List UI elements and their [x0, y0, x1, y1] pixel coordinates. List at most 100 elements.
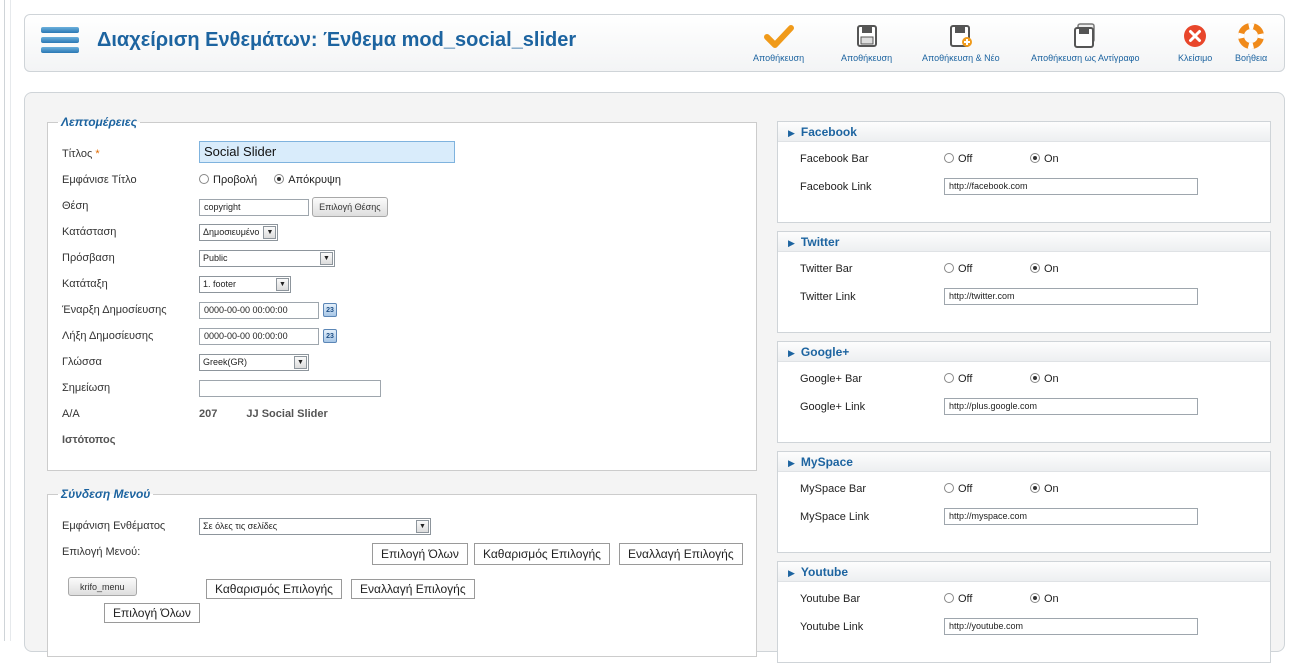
status-label: Κατάσταση — [62, 226, 117, 238]
menu-select-all-button[interactable]: Επιλογή Όλων — [104, 603, 200, 623]
twitter-link-input[interactable]: http://twitter.com — [944, 288, 1198, 305]
facebook-link-input[interactable]: http://facebook.com — [944, 178, 1198, 195]
twitter-bar-on-option[interactable]: On — [1030, 260, 1059, 278]
on-label: On — [1044, 263, 1059, 275]
toggle-selection-button[interactable]: Εναλλαγή Επιλογής — [619, 543, 743, 565]
myspace-panel-header[interactable]: ▶ MySpace — [778, 452, 1270, 472]
note-input[interactable] — [199, 379, 381, 397]
toolbar: Διαχείριση Ενθεμάτων: Ένθεμα mod_social_… — [24, 14, 1285, 72]
show-title-hide-option[interactable]: Απόκρυψη — [274, 174, 341, 186]
menu-clear-selection-button[interactable]: Καθαρισμός Επιλογής — [206, 579, 342, 599]
googleplus-link-label: Google+ Link — [800, 401, 866, 413]
radio-selected-icon — [1030, 593, 1040, 603]
facebook-bar-label: Facebook Bar — [800, 153, 869, 165]
position-label: Θέση — [62, 200, 89, 212]
facebook-bar-off-option[interactable]: Off — [944, 150, 972, 168]
details-legend: Λεπτομέρειες — [61, 115, 137, 129]
menu-assignment-legend: Σύνδεση Μενού — [61, 487, 151, 501]
select-position-button[interactable]: Επιλογή Θέσης — [312, 197, 388, 217]
language-select[interactable]: Greek(GR) ▼ — [199, 353, 309, 371]
radio-selected-icon — [1030, 373, 1040, 383]
myspace-panel-title: MySpace — [800, 455, 853, 469]
googleplus-bar-on-option[interactable]: On — [1030, 370, 1059, 388]
off-label: Off — [958, 373, 973, 385]
facebook-link-label: Facebook Link — [800, 181, 872, 193]
language-value: Greek(GR) — [203, 356, 248, 367]
facebook-bar-on-option[interactable]: On — [1030, 150, 1059, 168]
menu-assignment-fieldset: Σύνδεση Μενού Εμφάνιση Ενθέματος Σε όλες… — [47, 487, 757, 657]
off-label: Off — [958, 153, 973, 165]
youtube-panel: ▶ Youtube Youtube Bar Off On Youtube Link… — [777, 561, 1271, 663]
youtube-panel-header[interactable]: ▶ Youtube — [778, 562, 1270, 582]
myspace-panel: ▶ MySpace MySpace Bar Off On MySpace Link… — [777, 451, 1271, 553]
module-manager-icon — [41, 27, 79, 57]
twitter-link-label: Twitter Link — [800, 291, 856, 303]
youtube-panel-title: Youtube — [800, 565, 849, 579]
page-left-border-inner — [10, 0, 11, 641]
on-label: On — [1044, 593, 1059, 605]
dropdown-arrow-icon: ▼ — [276, 277, 289, 291]
expand-arrow-icon: ▶ — [788, 128, 795, 138]
title-input[interactable]: Social Slider — [199, 141, 455, 163]
save-new-label: Αποθήκευση & Νέο — [922, 53, 1000, 63]
checkmark-icon — [763, 25, 794, 48]
position-input[interactable]: copyright — [199, 198, 309, 216]
calendar-icon[interactable]: 23 — [323, 329, 337, 344]
save-new-icon — [949, 25, 972, 47]
module-id: 207 — [199, 408, 218, 420]
googleplus-link-input[interactable]: http://plus.google.com — [944, 398, 1198, 415]
save-button[interactable]: Αποθήκευση — [753, 23, 804, 63]
page-left-border — [4, 0, 5, 641]
radio-icon — [944, 593, 954, 603]
status-select[interactable]: Δημοσιευμένο ▼ — [199, 223, 279, 241]
module-display-select[interactable]: Σε όλες τις σελίδες ▼ — [199, 517, 431, 535]
access-select[interactable]: Public ▼ — [199, 249, 335, 267]
radio-icon — [944, 263, 954, 273]
menu-toggle-selection-button[interactable]: Εναλλαγή Επιλογής — [351, 579, 475, 599]
publish-start-input[interactable]: 0000-00-00 00:00:00 — [199, 301, 319, 319]
youtube-bar-off-option[interactable]: Off — [944, 590, 972, 608]
close-button[interactable]: Κλείσιμο — [1178, 23, 1212, 63]
save-copy-label: Αποθήκευση ως Αντίγραφο — [1031, 53, 1140, 63]
publish-start-label: Έναρξη Δημοσίευσης — [62, 304, 167, 316]
googleplus-bar-label: Google+ Bar — [800, 373, 863, 385]
apply-button[interactable]: Αποθήκευση — [841, 23, 892, 63]
on-label: On — [1044, 483, 1059, 495]
myspace-bar-on-option[interactable]: On — [1030, 480, 1059, 498]
twitter-bar-label: Twitter Bar — [800, 263, 853, 275]
youtube-bar-on-option[interactable]: On — [1030, 590, 1059, 608]
save-copy-button[interactable]: Αποθήκευση ως Αντίγραφο — [1031, 23, 1140, 63]
googleplus-bar-off-option[interactable]: Off — [944, 370, 972, 388]
youtube-link-label: Youtube Link — [800, 621, 864, 633]
publish-end-input[interactable]: 0000-00-00 00:00:00 — [199, 327, 319, 345]
youtube-bar-label: Youtube Bar — [800, 593, 861, 605]
off-label: Off — [958, 263, 973, 275]
status-value: Δημοσιευμένο — [203, 226, 260, 237]
dropdown-arrow-icon: ▼ — [320, 251, 333, 265]
save-new-button[interactable]: Αποθήκευση & Νέο — [922, 23, 1000, 63]
select-all-button[interactable]: Επιλογή Όλων — [372, 543, 468, 565]
twitter-panel-title: Twitter — [800, 235, 840, 249]
module-edit-form: Λεπτομέρειες Τίτλος * Social Slider Εμφά… — [24, 92, 1285, 663]
googleplus-panel-header[interactable]: ▶ Google+ — [778, 342, 1270, 362]
menu-krifo-menu[interactable]: krifo_menu — [68, 577, 137, 596]
radio-selected-icon — [1030, 263, 1040, 273]
radio-icon — [944, 153, 954, 163]
clear-selection-button[interactable]: Καθαρισμός Επιλογής — [474, 543, 610, 565]
youtube-link-input[interactable]: http://youtube.com — [944, 618, 1198, 635]
expand-arrow-icon: ▶ — [788, 458, 795, 468]
myspace-link-input[interactable]: http://myspace.com — [944, 508, 1198, 525]
ordering-select[interactable]: 1. footer ▼ — [199, 275, 291, 293]
twitter-bar-off-option[interactable]: Off — [944, 260, 972, 278]
show-title-show-option[interactable]: Προβολή — [199, 174, 257, 186]
twitter-panel: ▶ Twitter Twitter Bar Off On Twitter Link… — [777, 231, 1271, 333]
access-value: Public — [203, 252, 228, 263]
off-label: Off — [958, 593, 973, 605]
myspace-link-label: MySpace Link — [800, 511, 870, 523]
twitter-panel-header[interactable]: ▶ Twitter — [778, 232, 1270, 252]
myspace-bar-off-option[interactable]: Off — [944, 480, 972, 498]
help-button[interactable]: Βοήθεια — [1235, 23, 1267, 63]
facebook-panel-header[interactable]: ▶ Facebook — [778, 122, 1270, 142]
googleplus-panel: ▶ Google+ Google+ Bar Off On Google+ Link… — [777, 341, 1271, 443]
calendar-icon[interactable]: 23 — [323, 303, 337, 318]
